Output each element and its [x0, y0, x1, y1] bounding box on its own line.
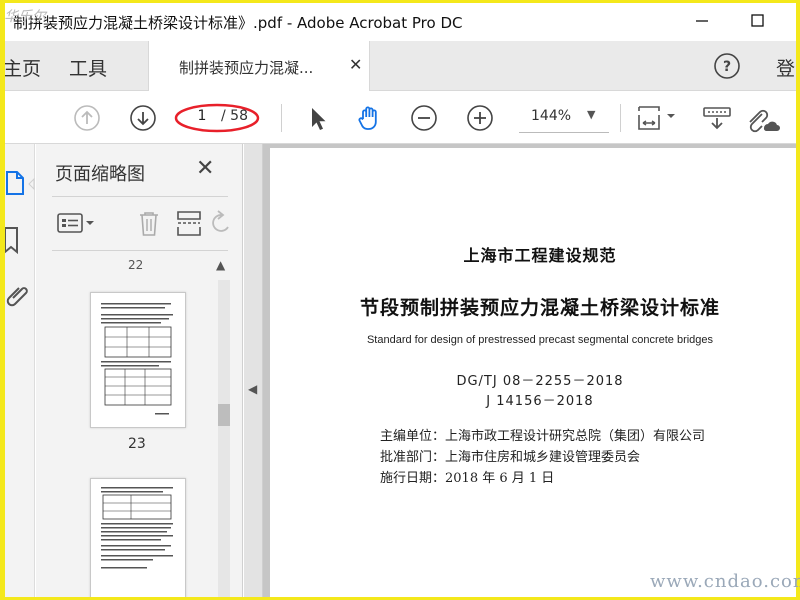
collapse-arrow-icon[interactable]: ◀ — [248, 382, 257, 396]
document-info-line: 主编单位：上海市政工程设计研究总院（集团）有限公司 — [380, 429, 706, 444]
minimize-button[interactable] — [685, 7, 719, 35]
fit-page-icon[interactable] — [633, 102, 679, 134]
zoom-in-icon[interactable] — [464, 102, 496, 134]
page-total: / 58 — [221, 108, 248, 124]
document-code: DG/TJ 08－2255－2018 — [456, 374, 624, 389]
thumbnail-label: 23 — [128, 436, 146, 452]
scrollbar-thumb[interactable] — [218, 404, 230, 426]
help-icon[interactable]: ? — [713, 52, 741, 80]
previous-page-icon[interactable] — [71, 102, 103, 134]
site-watermark: www.cndao.com — [650, 571, 800, 592]
thumbnails-toolbar — [50, 204, 230, 244]
document-info-line: 施行日期：2018 年 6 月 1 日 — [380, 471, 555, 486]
attachment-icon[interactable] — [5, 278, 35, 314]
menu-tab-bar: 主页 工具 制拼装预应力混凝... ✕ ? 登 — [5, 41, 796, 91]
close-tab-icon[interactable]: ✕ — [349, 55, 362, 74]
document-tab[interactable]: 制拼装预应力混凝... ✕ — [148, 41, 370, 91]
document-heading-english: Standard for design of prestressed preca… — [366, 334, 714, 346]
thumbnail-options-icon[interactable] — [56, 208, 96, 238]
share-link-icon[interactable] — [744, 102, 784, 134]
bookmark-icon[interactable] — [5, 222, 35, 258]
page-number-input[interactable] — [189, 108, 215, 124]
toolbar-divider — [620, 104, 621, 132]
panel-divider — [52, 196, 228, 197]
corner-watermark: 华乐尔 — [4, 9, 46, 25]
thumbnails-scrollbar[interactable]: ▲ — [212, 252, 234, 597]
scroll-mode-icon[interactable] — [700, 102, 734, 134]
zoom-value: 144% — [531, 108, 572, 124]
chevron-down-icon: ▼ — [587, 108, 596, 121]
maximize-button[interactable] — [740, 7, 774, 35]
rotate-page-icon[interactable] — [208, 208, 238, 238]
acrobat-window: 制拼装预应力混凝土桥梁设计标准》.pdf - Adobe Acrobat Pro… — [5, 3, 796, 597]
left-navigation-rail — [5, 144, 35, 597]
document-info-line: 批准部门：上海市住房和城乡建设管理委员会 — [380, 450, 641, 465]
page-thumbnails-icon[interactable] — [5, 166, 35, 202]
page-navigator: / 58 — [173, 103, 261, 133]
zoom-dropdown[interactable]: 144% ▼ — [519, 103, 609, 133]
close-panel-icon[interactable]: ✕ — [196, 156, 214, 181]
window-title: 制拼装预应力混凝土桥梁设计标准》.pdf - Adobe Acrobat Pro… — [13, 14, 463, 32]
delete-page-icon[interactable] — [134, 208, 164, 238]
panel-collapse-handle[interactable]: ◀ — [244, 144, 263, 597]
panel-divider — [52, 250, 228, 251]
hand-tool-icon[interactable] — [354, 102, 386, 134]
thumbnail-list: 22 23 — [36, 252, 208, 597]
thumbnail-page-23[interactable] — [90, 292, 186, 428]
document-tab-label: 制拼装预应力混凝... — [179, 59, 314, 77]
thumbnails-panel-title: 页面缩略图 — [55, 164, 145, 185]
nav-home[interactable]: 主页 — [5, 54, 41, 81]
title-bar: 制拼装预应力混凝土桥梁设计标准》.pdf - Adobe Acrobat Pro… — [5, 3, 796, 41]
toolbar-divider — [281, 104, 282, 132]
select-tool-icon[interactable] — [301, 102, 333, 134]
document-view[interactable]: ◀ 上海市工程建设规范 节段预制拼装预应力混凝土桥梁设计标准 Standard … — [244, 144, 796, 597]
nav-tools[interactable]: 工具 — [69, 54, 107, 81]
svg-text:?: ? — [723, 59, 731, 75]
scroll-up-arrow-icon[interactable]: ▲ — [216, 258, 225, 272]
main-toolbar: / 58 144% ▼ — [5, 92, 796, 144]
document-code: J 14156－2018 — [486, 394, 594, 409]
next-page-icon[interactable] — [127, 102, 159, 134]
sign-in-link[interactable]: 登 — [776, 54, 795, 81]
document-heading-2: 节段预制拼装预应力混凝土桥梁设计标准 — [359, 297, 720, 319]
thumbnail-page-24[interactable] — [90, 478, 186, 597]
document-heading-1: 上海市工程建设规范 — [463, 246, 617, 265]
scrollbar-track[interactable] — [218, 280, 230, 597]
thumbnails-panel: 页面缩略图 ✕ 22 23 ▲ — [36, 144, 243, 597]
pdf-page: 上海市工程建设规范 节段预制拼装预应力混凝土桥梁设计标准 Standard fo… — [270, 148, 796, 597]
zoom-out-icon[interactable] — [408, 102, 440, 134]
thumbnail-label: 22 — [128, 258, 144, 272]
insert-page-icon[interactable] — [174, 208, 204, 238]
